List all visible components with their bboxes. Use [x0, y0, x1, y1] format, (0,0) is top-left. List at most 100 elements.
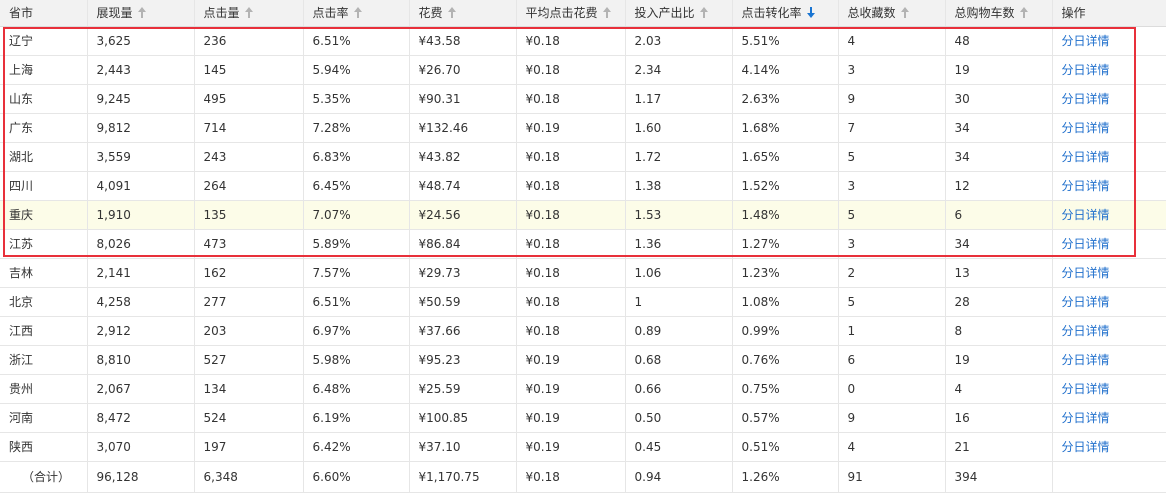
cell-clicks: 6,348	[194, 461, 304, 493]
cell-favorites: 4	[838, 432, 946, 462]
daily-detail-link[interactable]: 分日详情	[1062, 179, 1110, 193]
cell-favorites: 6	[838, 345, 946, 375]
cell-cart: 30	[945, 84, 1053, 114]
cell-favorites: 5	[838, 287, 946, 317]
daily-detail-link[interactable]: 分日详情	[1062, 411, 1110, 425]
table-row: 辽宁 3,625 236 6.51% ¥43.58 ¥0.18 2.03 5.51% 4 48 分日…	[0, 26, 1166, 56]
sort-up-arrow-icon[interactable]	[699, 7, 709, 19]
daily-detail-link[interactable]: 分日详情	[1062, 150, 1110, 164]
column-header-favorites[interactable]: 总收藏数	[838, 0, 946, 27]
cell-province: 浙江	[0, 345, 88, 375]
cell-cpc: ¥0.18	[516, 287, 626, 317]
cell-clicks: 145	[194, 55, 304, 85]
cell-impressions: 96,128	[87, 461, 195, 493]
cell-impressions: 2,912	[87, 316, 195, 346]
table-header: 省市 展现量 点击量 点击率 花费 平均点击花费 投入产出比 点击转化率 总收藏数 总购物车数 操作	[0, 0, 1166, 27]
sort-up-arrow-icon[interactable]	[244, 7, 254, 19]
cell-action: 分日详情	[1052, 316, 1166, 346]
cell-impressions: 8,026	[87, 229, 195, 259]
cell-cvr: 5.51%	[732, 26, 839, 56]
cell-favorites: 7	[838, 113, 946, 143]
sort-up-arrow-icon[interactable]	[137, 7, 147, 19]
daily-detail-link[interactable]: 分日详情	[1062, 266, 1110, 280]
cell-cost: ¥24.56	[409, 200, 517, 230]
daily-detail-link[interactable]: 分日详情	[1062, 63, 1110, 77]
daily-detail-link[interactable]: 分日详情	[1062, 382, 1110, 396]
sort-down-arrow-icon[interactable]	[806, 7, 816, 19]
cell-ctr: 6.51%	[303, 26, 410, 56]
daily-detail-link[interactable]: 分日详情	[1062, 440, 1110, 454]
table-row: 吉林 2,141 162 7.57% ¥29.73 ¥0.18 1.06 1.23% 2 13 分日…	[0, 258, 1166, 288]
cell-cvr: 1.65%	[732, 142, 839, 172]
column-header-cost[interactable]: 花费	[409, 0, 517, 27]
cell-favorites: 9	[838, 84, 946, 114]
daily-detail-link[interactable]: 分日详情	[1062, 208, 1110, 222]
cell-cvr: 4.14%	[732, 55, 839, 85]
column-header-cpc[interactable]: 平均点击花费	[516, 0, 626, 27]
cell-clicks: 135	[194, 200, 304, 230]
cell-cart: 19	[945, 345, 1053, 375]
daily-detail-link[interactable]: 分日详情	[1062, 121, 1110, 135]
sort-up-arrow-icon[interactable]	[447, 7, 457, 19]
daily-detail-link[interactable]: 分日详情	[1062, 324, 1110, 338]
cell-cart: 12	[945, 171, 1053, 201]
cell-impressions: 4,091	[87, 171, 195, 201]
cell-province: 江西	[0, 316, 88, 346]
cell-clicks: 162	[194, 258, 304, 288]
column-header-cvr[interactable]: 点击转化率	[732, 0, 839, 27]
cell-cart: 6	[945, 200, 1053, 230]
daily-detail-link[interactable]: 分日详情	[1062, 237, 1110, 251]
sort-up-arrow-icon[interactable]	[602, 7, 612, 19]
cell-impressions: 4,258	[87, 287, 195, 317]
cell-impressions: 2,067	[87, 374, 195, 404]
cell-action: 分日详情	[1052, 287, 1166, 317]
cell-impressions: 9,812	[87, 113, 195, 143]
column-header-label: 总收藏数	[847, 6, 896, 21]
cell-province: 广东	[0, 113, 88, 143]
cell-clicks: 473	[194, 229, 304, 259]
column-header-clicks[interactable]: 点击量	[194, 0, 304, 27]
cell-roi: 1	[625, 287, 733, 317]
daily-detail-link[interactable]: 分日详情	[1062, 34, 1110, 48]
sort-up-arrow-icon[interactable]	[353, 7, 363, 19]
daily-detail-link[interactable]: 分日详情	[1062, 295, 1110, 309]
cell-action	[1052, 461, 1166, 493]
cell-cart: 28	[945, 287, 1053, 317]
daily-detail-link[interactable]: 分日详情	[1062, 92, 1110, 106]
cell-ctr: 6.51%	[303, 287, 410, 317]
sort-up-arrow-icon[interactable]	[900, 7, 910, 19]
daily-detail-link[interactable]: 分日详情	[1062, 353, 1110, 367]
cell-cost: ¥43.82	[409, 142, 517, 172]
cell-roi: 1.53	[625, 200, 733, 230]
cell-province: 重庆	[0, 200, 88, 230]
cell-cpc: ¥0.18	[516, 258, 626, 288]
table-row: 广东 9,812 714 7.28% ¥132.46 ¥0.19 1.60 1.68% 7 34 分…	[0, 113, 1166, 143]
cell-cart: 34	[945, 142, 1053, 172]
sort-up-arrow-icon[interactable]	[1019, 7, 1029, 19]
column-header-roi[interactable]: 投入产出比	[625, 0, 733, 27]
table-row: 上海 2,443 145 5.94% ¥26.70 ¥0.18 2.34 4.14% 3 19 分日…	[0, 55, 1166, 85]
cell-cart: 48	[945, 26, 1053, 56]
cell-cvr: 0.99%	[732, 316, 839, 346]
cell-province: 辽宁	[0, 26, 88, 56]
table-row: 河南 8,472 524 6.19% ¥100.85 ¥0.19 0.50 0.57% 9 16 分…	[0, 403, 1166, 433]
cell-action: 分日详情	[1052, 113, 1166, 143]
cell-clicks: 277	[194, 287, 304, 317]
cell-province: 山东	[0, 84, 88, 114]
cell-ctr: 6.60%	[303, 461, 410, 493]
cell-cpc: ¥0.18	[516, 26, 626, 56]
table-row: 浙江 8,810 527 5.98% ¥95.23 ¥0.19 0.68 0.76% 6 19 分日…	[0, 345, 1166, 375]
cell-clicks: 524	[194, 403, 304, 433]
column-header-label: 花费	[418, 6, 443, 21]
cell-cvr: 0.76%	[732, 345, 839, 375]
cell-cvr: 0.57%	[732, 403, 839, 433]
column-header-impressions[interactable]: 展现量	[87, 0, 195, 27]
cell-cost: ¥95.23	[409, 345, 517, 375]
cell-favorites: 3	[838, 171, 946, 201]
cell-roi: 2.34	[625, 55, 733, 85]
cell-cost: ¥50.59	[409, 287, 517, 317]
cell-action: 分日详情	[1052, 403, 1166, 433]
column-header-ctr[interactable]: 点击率	[303, 0, 410, 27]
column-header-cart[interactable]: 总购物车数	[945, 0, 1053, 27]
province-report-table: 省市 展现量 点击量 点击率 花费 平均点击花费 投入产出比 点击转化率 总收藏数 总购物车数 操作…	[0, 0, 1166, 493]
